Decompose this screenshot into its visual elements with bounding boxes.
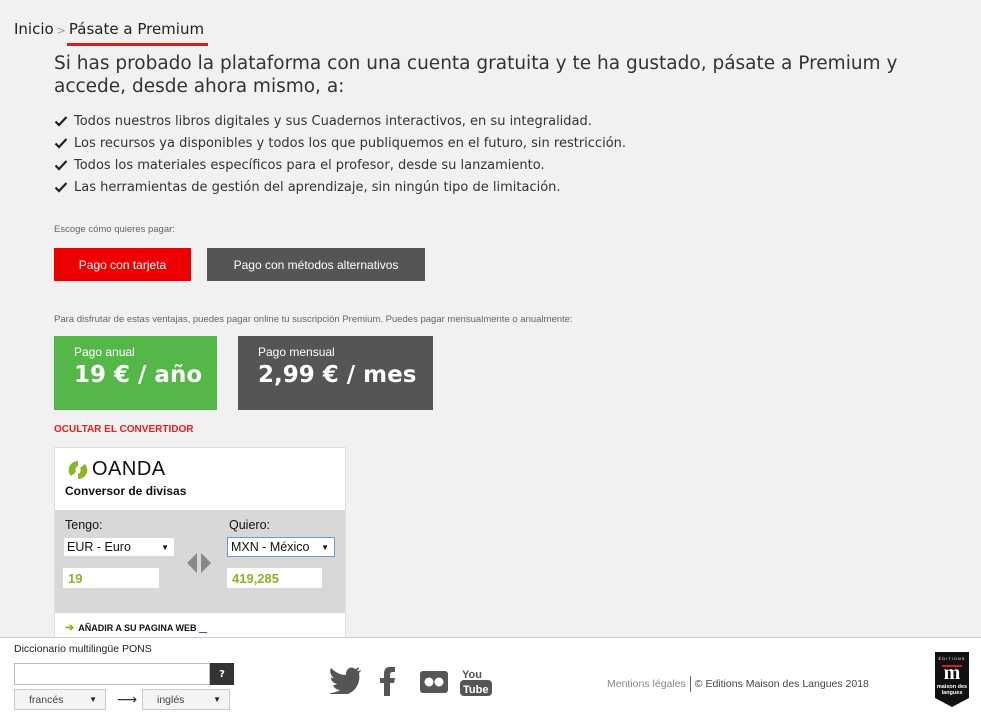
- converter-panel: Tengo: Quiero: EUR - Euro ▼ MXN - México ▼…: [55, 510, 345, 613]
- to-amount-output: 419,285: [227, 568, 322, 588]
- currency-converter: OANDA Conversor de divisas Tengo: Quiero…: [54, 447, 346, 637]
- breadcrumb-underline: [66, 43, 209, 46]
- oanda-brand: OANDA: [92, 458, 166, 480]
- benefits-list: Todos nuestros libros digitales y sus Cu…: [54, 110, 626, 198]
- svg-text:Tube: Tube: [463, 684, 488, 696]
- oanda-logo: OANDA: [68, 458, 166, 481]
- chevron-down-icon: ▼: [161, 542, 169, 552]
- check-icon: [54, 160, 68, 171]
- annual-plan-card[interactable]: Pago anual 19 € / año: [54, 336, 217, 410]
- dictionary-search-button[interactable]: ?: [210, 663, 234, 685]
- to-currency-select[interactable]: MXN - México ▼: [227, 537, 335, 557]
- monthly-plan-name: Pago mensual: [258, 345, 335, 359]
- check-icon: [54, 138, 68, 149]
- hide-converter-link[interactable]: OCULTAR EL CONVERTIDOR: [54, 424, 193, 435]
- benefit-item: Las herramientas de gestión del aprendiz…: [54, 176, 626, 198]
- swap-currencies-icon[interactable]: [184, 550, 214, 576]
- check-icon: [54, 182, 68, 193]
- chevron-down-icon: ▼: [89, 695, 97, 704]
- add-to-website-link[interactable]: ➔ AÑADIR A SU PAGINA WEB: [65, 621, 207, 634]
- source-language-select[interactable]: francés ▼: [14, 689, 106, 710]
- legal-notice-link[interactable]: Mentions légales: [607, 678, 686, 690]
- benefit-item: Todos los materiales específicos para el…: [54, 154, 626, 176]
- monthly-plan-price: 2,99 € / mes: [258, 362, 417, 388]
- oanda-logo-icon: [68, 460, 88, 479]
- chevron-down-icon: ▼: [213, 695, 221, 704]
- divider: [689, 676, 691, 692]
- page-headline: Si has probado la plataforma con una cue…: [54, 53, 898, 97]
- facebook-icon[interactable]: [378, 666, 396, 696]
- annual-plan-name: Pago anual: [74, 345, 135, 359]
- converter-title: Conversor de divisas: [65, 484, 187, 498]
- flickr-icon[interactable]: [420, 671, 448, 693]
- dictionary-search-input[interactable]: [14, 663, 210, 685]
- benefit-item: Todos nuestros libros digitales y sus Cu…: [54, 110, 626, 132]
- from-label: Tengo:: [65, 518, 103, 532]
- maison-des-langues-logo[interactable]: ÉDITIONS m maison des langues: [933, 650, 971, 708]
- pay-alternative-button[interactable]: Pago con métodos alternativos: [207, 248, 425, 281]
- svg-text:You: You: [462, 669, 482, 681]
- breadcrumb-separator: >: [56, 24, 66, 37]
- benefit-item: Los recursos ya disponibles y todos los …: [54, 132, 626, 154]
- from-currency-select[interactable]: EUR - Euro ▼: [63, 537, 175, 557]
- payment-choice-label: Escoge cómo quieres pagar:: [54, 224, 175, 235]
- benefit-text: Todos los materiales específicos para el…: [74, 157, 545, 173]
- breadcrumb-current: Pásate a Premium: [66, 20, 209, 46]
- to-label: Quiero:: [229, 518, 270, 532]
- benefit-text: Todos nuestros libros digitales y sus Cu…: [74, 113, 592, 129]
- dictionary-title: Diccionario multilingüe PONS: [14, 643, 152, 655]
- subscription-info: Para disfrutar de estas ventajas, puedes…: [54, 314, 573, 325]
- target-language-select[interactable]: inglés ▼: [142, 689, 230, 710]
- annual-plan-price: 19 € / año: [74, 362, 203, 388]
- monthly-plan-card[interactable]: Pago mensual 2,99 € / mes: [238, 336, 433, 410]
- pay-card-button[interactable]: Pago con tarjeta: [54, 248, 191, 281]
- benefit-text: Los recursos ya disponibles y todos los …: [74, 135, 627, 151]
- svg-text:langues: langues: [942, 690, 963, 696]
- footer: Diccionario multilingüe PONS ? francés ▼ …: [0, 637, 981, 713]
- breadcrumb-home-link[interactable]: Inicio: [14, 20, 54, 38]
- benefit-text: Las herramientas de gestión del aprendiz…: [74, 179, 561, 195]
- from-amount-input[interactable]: 19: [63, 568, 159, 588]
- language-arrow: ⟶: [117, 692, 138, 708]
- arrow-right-icon: ➔: [65, 622, 75, 634]
- copyright-text: © Editions Maison des Langues 2018: [694, 678, 869, 690]
- chevron-down-icon: ▼: [321, 542, 329, 552]
- youtube-icon[interactable]: You Tube: [459, 667, 493, 697]
- check-icon: [54, 116, 68, 127]
- legal-area: Mentions légales © Editions Maison des L…: [607, 676, 869, 692]
- breadcrumb: Inicio > Pásate a Premium: [14, 20, 209, 46]
- twitter-icon[interactable]: [328, 666, 362, 694]
- svg-text:ÉDITIONS: ÉDITIONS: [939, 656, 966, 661]
